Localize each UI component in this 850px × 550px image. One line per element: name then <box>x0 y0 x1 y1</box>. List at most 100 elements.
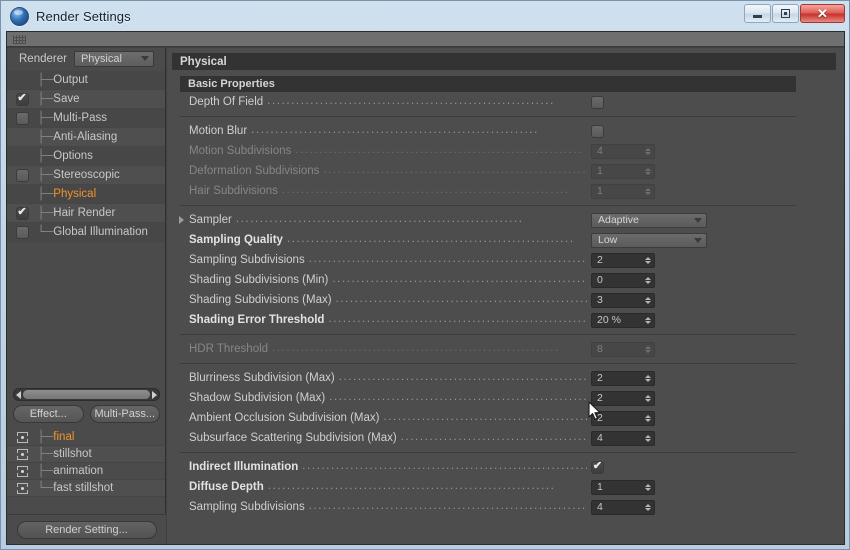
property-row-sampling-quality: Sampling Quality........................… <box>167 230 844 250</box>
property-label: Sampling Subdivisions <box>189 254 305 266</box>
spinner-arrows-icon[interactable] <box>645 374 651 382</box>
number-input-diffuse-depth[interactable]: 1 <box>591 479 655 495</box>
preset-icon-cell <box>7 431 37 443</box>
renderer-dropdown[interactable]: Physical <box>73 50 154 67</box>
spinner-arrows-icon[interactable] <box>645 187 651 195</box>
number-input-subsurface-scattering-subdivision-max[interactable]: 4 <box>591 430 655 446</box>
panel-title: Physical <box>180 55 227 68</box>
leader-dots: ........................................… <box>400 432 587 444</box>
sidebar-horizontal-scrollbar[interactable] <box>13 388 160 401</box>
spinner-arrows-icon[interactable] <box>645 503 651 511</box>
grip-dots-icon[interactable] <box>13 35 26 44</box>
dropdown-sampling-quality[interactable]: Low <box>591 232 707 248</box>
checkbox-checked[interactable]: ✔ <box>15 92 29 106</box>
spinner-arrows-icon[interactable] <box>645 345 651 353</box>
close-button[interactable]: ✕ <box>800 4 845 23</box>
section-divider <box>180 116 796 117</box>
property-label: Motion Blur <box>189 125 248 137</box>
sidebar-item-multi-pass[interactable]: ├─ Multi-Pass <box>7 109 165 128</box>
checkbox-checked[interactable]: ✔ <box>591 460 604 474</box>
leader-dots: ........................................… <box>323 165 587 177</box>
sidebar-item-anti-aliasing[interactable]: ├─ Anti-Aliasing <box>7 128 165 147</box>
preset-item-stillshot[interactable]: ├─ stillshot <box>7 446 165 463</box>
spinner-arrows-icon[interactable] <box>645 394 651 402</box>
render-setting-button[interactable]: Render Setting... <box>16 520 157 539</box>
spinner-arrows-icon[interactable] <box>645 414 651 422</box>
spinner-arrows-icon[interactable] <box>645 167 651 175</box>
window-controls: ✕ <box>743 4 845 23</box>
checkbox-unchecked[interactable] <box>15 225 29 239</box>
target-icon[interactable] <box>16 465 28 477</box>
sidebar-item-hair-render[interactable]: ✔ ├─ Hair Render <box>7 204 165 223</box>
leader-dots: ........................................… <box>329 392 587 404</box>
target-icon[interactable] <box>16 482 28 494</box>
number-value: 20 % <box>597 314 621 326</box>
effect-button[interactable]: Effect... <box>13 405 84 423</box>
tree-branch-icon: ├─ <box>37 74 54 86</box>
checkbox-unchecked[interactable] <box>591 95 604 109</box>
number-value: 0 <box>597 274 603 286</box>
checkbox-unchecked[interactable] <box>591 124 604 138</box>
tree-checkbox-cell <box>7 225 37 239</box>
spinner-arrows-icon[interactable] <box>645 147 651 155</box>
scroll-right-icon[interactable] <box>152 390 157 399</box>
checkbox-checked[interactable]: ✔ <box>15 206 29 220</box>
leader-dots: ........................................… <box>338 372 587 384</box>
dropdown-sampler[interactable]: Adaptive <box>591 212 707 228</box>
scroll-left-icon[interactable] <box>16 390 21 399</box>
scrollbar-thumb[interactable] <box>23 390 150 399</box>
number-input-ambient-occlusion-subdivision-max[interactable]: 2 <box>591 410 655 426</box>
spinner-arrows-icon[interactable] <box>645 434 651 442</box>
tree-checkbox-cell: ✔ <box>7 206 37 220</box>
preset-item-animation[interactable]: ├─ animation <box>7 463 165 480</box>
number-input-sampling-subdivisions[interactable]: 2 <box>591 252 655 268</box>
number-input-sampling-subdivisions[interactable]: 4 <box>591 499 655 515</box>
property-rows: Depth Of Field..........................… <box>167 92 844 517</box>
sidebar-item-physical[interactable]: ├─ Physical <box>7 185 165 204</box>
number-input-blurriness-subdivision-max[interactable]: 2 <box>591 370 655 386</box>
number-input-shading-subdivisions-max[interactable]: 3 <box>591 292 655 308</box>
number-input-shadow-subdivision-max[interactable]: 2 <box>591 390 655 406</box>
chevron-down-icon <box>694 217 702 223</box>
checkbox-unchecked[interactable] <box>15 168 29 182</box>
preset-item-label: fast stillshot <box>53 482 114 494</box>
maximize-button[interactable] <box>772 4 799 23</box>
sidebar-item-label: Anti-Aliasing <box>53 131 118 143</box>
target-icon[interactable] <box>16 431 28 443</box>
multipass-button[interactable]: Multi-Pass... <box>89 405 160 423</box>
sidebar-item-save[interactable]: ✔ ├─ Save <box>7 90 165 109</box>
sidebar-item-global-illumination[interactable]: └─ Global Illumination <box>7 223 165 242</box>
preset-item-fast-stillshot[interactable]: └─ fast stillshot <box>7 480 165 497</box>
tree-checkbox-cell <box>7 168 37 182</box>
close-icon: ✕ <box>817 6 828 21</box>
sidebar-item-stereoscopic[interactable]: ├─ Stereoscopic <box>7 166 165 185</box>
group-title-bar: Basic Properties <box>180 76 796 92</box>
title-bar: Render Settings ✕ <box>1 1 849 31</box>
number-input-shading-error-threshold[interactable]: 20 % <box>591 312 655 328</box>
sidebar-item-options[interactable]: ├─ Options <box>7 147 165 166</box>
property-row-sampling-subdivisions: Sampling Subdivisions...................… <box>167 497 844 517</box>
checkbox-unchecked[interactable] <box>15 111 29 125</box>
preset-item-final[interactable]: ├─ final <box>7 429 165 446</box>
c4d-sphere-icon <box>10 6 29 26</box>
sidebar-item-output[interactable]: ├─ Output <box>7 71 165 90</box>
target-icon[interactable] <box>16 448 28 460</box>
expand-triangle-icon[interactable] <box>179 216 184 224</box>
minimize-button[interactable] <box>744 4 771 23</box>
spinner-arrows-icon[interactable] <box>645 296 651 304</box>
number-value: 2 <box>597 254 603 266</box>
spinner-arrows-icon[interactable] <box>645 483 651 491</box>
spinner-arrows-icon[interactable] <box>645 276 651 284</box>
property-row-deformation-subdivisions: Deformation Subdivisions................… <box>167 161 844 181</box>
spinner-arrows-icon[interactable] <box>645 256 651 264</box>
property-label: Motion Subdivisions <box>189 145 292 157</box>
property-label: Depth Of Field <box>189 96 264 108</box>
group-title: Basic Properties <box>188 78 275 90</box>
tree-branch-icon: ├─ <box>37 465 54 477</box>
spinner-arrows-icon[interactable] <box>645 316 651 324</box>
property-control: 1 <box>591 163 844 179</box>
render-preset-list: ├─ final ├─ stillshot ├─ animation └─ fast stil… <box>7 429 165 497</box>
number-input-shading-subdivisions-min[interactable]: 0 <box>591 272 655 288</box>
sidebar-item-label: Physical <box>53 188 97 200</box>
tree-branch-icon: └─ <box>37 482 54 494</box>
